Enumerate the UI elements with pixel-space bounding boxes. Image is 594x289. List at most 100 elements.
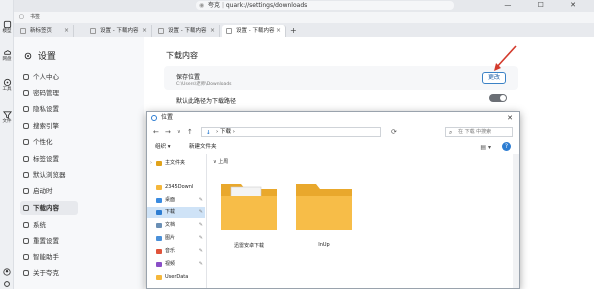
default-path-toggle[interactable] [489, 94, 507, 102]
pin-icon: ✎ [198, 248, 203, 254]
settings-title: 设置 [24, 49, 56, 62]
pin-icon: ✎ [198, 197, 203, 203]
download-icon [156, 210, 162, 215]
tree-item-userdata[interactable]: UserData [147, 272, 205, 283]
path-box[interactable]: ↓ › 下载 › [201, 127, 381, 137]
organize-button[interactable]: 组织 ▾ [153, 141, 173, 153]
default-path-label: 默认此路径为下载路径 [176, 98, 237, 105]
assistant-icon [23, 254, 29, 260]
tree-item-documents[interactable]: 文档 ✎ [147, 220, 205, 231]
user-icon [23, 74, 29, 80]
tools-icon [3, 78, 11, 87]
tab-settings-2[interactable]: 设置 - 下载内容 × [154, 25, 220, 37]
bookmark-item[interactable]: 书签 [30, 14, 40, 20]
up-arrow-icon[interactable]: ↑ [187, 126, 193, 138]
lock-icon: ◉ [199, 2, 205, 9]
bookmarks-bar: ▢ 书签 [14, 12, 594, 23]
sidebar-item-profile[interactable]: 个人中心 [20, 70, 78, 84]
search-icon: ⌕ [449, 129, 453, 136]
address-field[interactable]: ◉ 夸克 | quark://settings/downloads [196, 1, 454, 10]
tab-settings-1[interactable]: 设置 - 下载内容 × [86, 25, 152, 37]
new-folder-button[interactable]: 新建文件夹 [187, 141, 219, 153]
sidebar-item-reset[interactable]: 重置设置 [20, 234, 78, 248]
palette-icon [23, 139, 29, 145]
sidebar-item-passwords[interactable]: 密码管理 [20, 86, 78, 100]
rail-item-files[interactable]: 文件 [0, 110, 14, 125]
search-icon [23, 123, 29, 129]
folder-icon [296, 184, 352, 230]
rail-item-model[interactable]: 模型 [0, 20, 14, 35]
back-arrow-icon[interactable]: ← [153, 126, 159, 138]
tree-item-downloads[interactable]: 下载 ✎ [147, 207, 205, 218]
sidebar-item-about[interactable]: 关于夸克 [20, 266, 78, 280]
browser-icon [23, 172, 29, 178]
gear-icon [158, 28, 164, 34]
download-icon [23, 205, 29, 211]
dialog-title: 位置 [161, 114, 174, 121]
system-icon [23, 222, 29, 228]
group-header[interactable]: ∨ 上周 [213, 158, 228, 165]
rail-item-tools[interactable]: 工具 [0, 78, 14, 93]
folder-icon [156, 185, 162, 190]
scrollbar[interactable] [513, 154, 519, 288]
sidebar-item-default-browser[interactable]: 默认浏览器 [20, 168, 78, 182]
reset-icon [23, 238, 29, 244]
tree-item-pictures[interactable]: 图片 ✎ [147, 233, 205, 244]
tree-item-2345downloads[interactable]: 2345Downl [147, 182, 205, 193]
sidebar-item-search-engine[interactable]: 搜索引擎 [20, 119, 78, 133]
tab-settings-active[interactable]: 设置 - 下载内容 × [222, 25, 286, 37]
forward-arrow-icon[interactable]: → [165, 126, 171, 138]
folder-name: InUp [318, 242, 330, 248]
settings-gear-icon[interactable] [3, 280, 11, 288]
close-icon[interactable]: ✕ [507, 112, 513, 124]
sidebar-item-startup[interactable]: 启动时 [20, 184, 78, 198]
tree-item-videos[interactable]: 视频 ✎ [147, 259, 205, 270]
rail-item-drive[interactable]: 网盘 [0, 48, 14, 63]
close-icon[interactable]: × [276, 25, 281, 37]
chrome-icon [151, 115, 157, 121]
close-icon[interactable]: × [142, 25, 147, 37]
user-icon[interactable] [3, 268, 11, 276]
view-options-icon[interactable]: ▤ ▾ [480, 144, 491, 151]
search-input[interactable]: ⌕ 在 下载 中搜索 [445, 127, 513, 137]
save-location-label: 保存位置 [176, 74, 201, 81]
sidebar-item-personalize[interactable]: 个性化 [20, 135, 78, 149]
tree-item-music[interactable]: 音乐 ✎ [147, 246, 205, 257]
annotation-arrow [494, 45, 517, 71]
key-icon [23, 90, 29, 96]
power-icon [23, 188, 29, 194]
tree-item-desktop[interactable]: 桌面 ✎ [147, 195, 205, 206]
download-icon: ↓ [206, 130, 211, 136]
folder-item[interactable]: 迅雷安卓下载 [217, 174, 281, 250]
sidebar-item-assistant[interactable]: 智能助手 [20, 250, 78, 264]
gear-icon [90, 28, 96, 34]
refresh-icon[interactable]: ⟳ [391, 127, 397, 137]
folder-name: 迅雷安卓下载 [233, 243, 264, 249]
tree-item-home[interactable]: › 主文件夹 [147, 158, 205, 169]
navigation-tree: › 主文件夹 2345Downl 桌面 ✎ 下载 ✎ 文档 ✎ 图片 ✎ 音乐 ✎ 视频 ✎ … [147, 154, 207, 288]
sidebar-item-tabs[interactable]: 标签设置 [20, 152, 78, 166]
funnel-icon [2, 111, 12, 119]
folder-icon [221, 184, 277, 230]
chevron-down-icon[interactable]: ∨ [177, 126, 181, 138]
shield-icon [23, 106, 29, 112]
pin-icon: ✎ [198, 235, 203, 241]
sidebar-item-privacy[interactable]: 隐私设置 [20, 102, 78, 116]
picture-icon [156, 236, 162, 241]
close-icon[interactable]: × [210, 25, 215, 37]
desktop-icon [156, 198, 162, 203]
tab-bar: 新标签页 × 设置 - 下载内容 × 设置 - 下载内容 × 设置 - 下载内容… [14, 23, 594, 37]
dialog-toolbar: 组织 ▾ 新建文件夹 [147, 141, 519, 153]
window-controls[interactable]: — ☐ ✕ [504, 1, 588, 9]
new-tab-button[interactable]: + [290, 25, 297, 37]
help-icon[interactable]: ? [502, 142, 511, 151]
tab-new[interactable]: 新标签页 × [16, 25, 74, 37]
sidebar-item-system[interactable]: 系统 [20, 218, 78, 232]
sidebar-item-downloads[interactable]: 下载内容 [20, 201, 78, 215]
video-icon [156, 262, 162, 267]
document-icon [156, 223, 162, 228]
close-icon[interactable]: × [64, 25, 69, 37]
dialog-titlebar: 位置 [147, 112, 519, 124]
folder-item[interactable]: InUp [292, 174, 356, 250]
tab-icon [23, 156, 29, 162]
